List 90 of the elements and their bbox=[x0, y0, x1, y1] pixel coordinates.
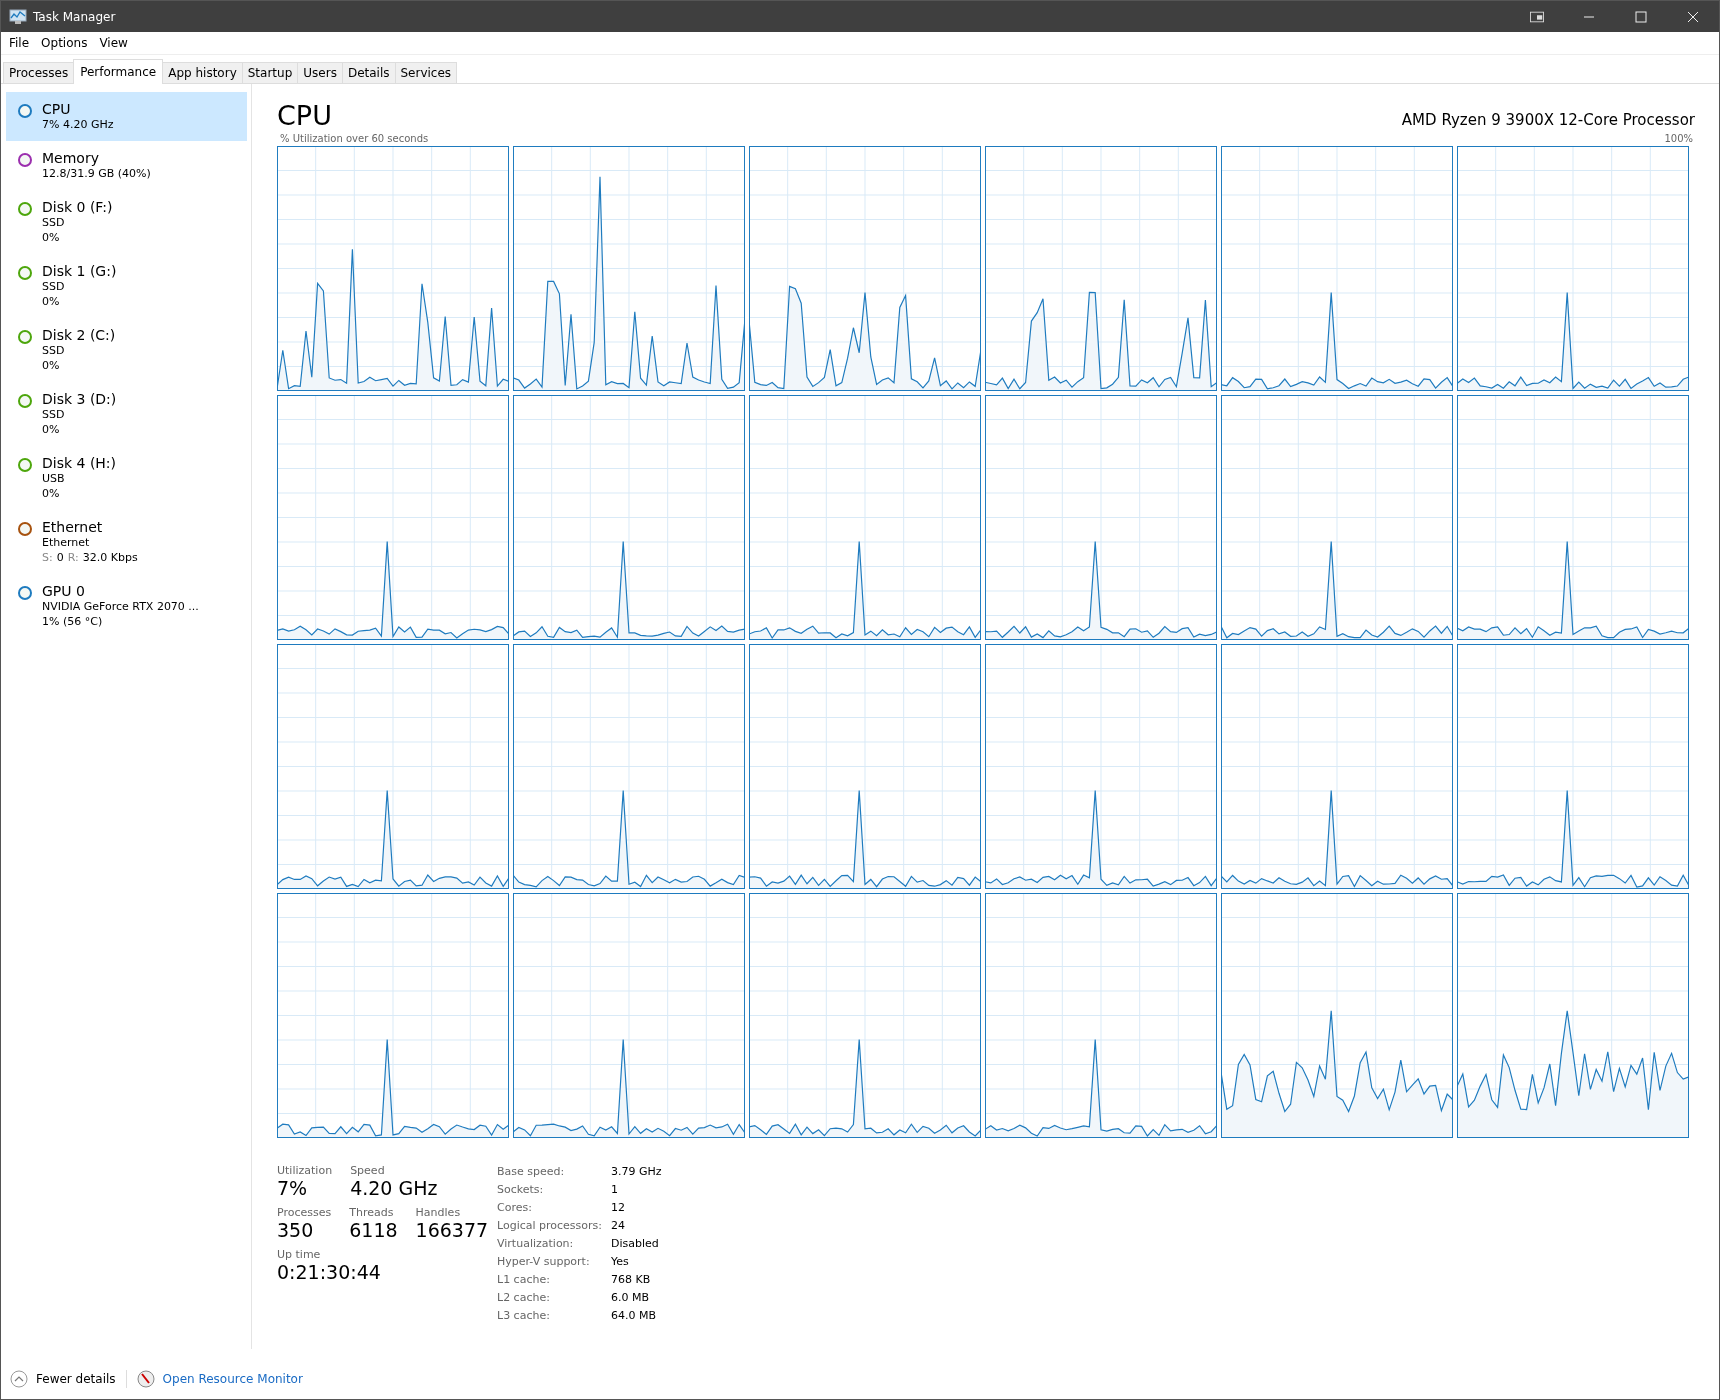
stat-label: Handles bbox=[415, 1206, 462, 1219]
close-icon[interactable] bbox=[1686, 10, 1700, 23]
sidebar-item[interactable]: Disk 0 (F:) SSD 0% bbox=[6, 190, 247, 254]
device-detail: USB bbox=[42, 471, 66, 486]
page-title: CPU bbox=[277, 100, 332, 131]
sidebar-item[interactable]: Disk 1 (G:) SSD 0% bbox=[6, 254, 247, 318]
device-name: Disk 3 (D:) bbox=[42, 391, 117, 407]
device-name: Memory bbox=[42, 150, 100, 166]
stat-label: Speed bbox=[350, 1164, 386, 1177]
device-detail: SSD bbox=[42, 279, 66, 294]
detail-label: L2 cache: bbox=[497, 1290, 551, 1306]
detail-label: Sockets: bbox=[497, 1182, 545, 1198]
stat-value: 7% bbox=[277, 1177, 309, 1199]
stat-value: 0:21:30:44 bbox=[277, 1261, 381, 1283]
detail-label: L3 cache: bbox=[497, 1308, 551, 1324]
device-name: Disk 4 (H:) bbox=[42, 455, 117, 471]
sidebar-item[interactable]: Disk 4 (H:) USB 0% bbox=[6, 446, 247, 510]
stat-label: Utilization bbox=[277, 1164, 333, 1177]
detail-label: L1 cache: bbox=[497, 1272, 551, 1288]
resource-monitor-link[interactable]: Open Resource Monitor bbox=[162, 1372, 303, 1386]
sidebar-item[interactable]: GPU 0 NVIDIA GeForce RTX 2070 ... 1% (56 °C) bbox=[6, 574, 247, 638]
detail-label: Base speed: bbox=[497, 1164, 566, 1180]
graph-caption: % Utilization over 60 seconds bbox=[280, 133, 429, 144]
device-name: GPU 0 bbox=[42, 583, 86, 599]
tab[interactable]: Processes bbox=[3, 62, 75, 83]
stat-label: Threads bbox=[349, 1206, 395, 1219]
menu-item[interactable]: View bbox=[95, 35, 132, 51]
device-name: Disk 0 (F:) bbox=[42, 199, 113, 215]
sidebar-item[interactable]: Memory 12.8/31.9 GB (40%) bbox=[6, 141, 247, 190]
detail-value: 1 bbox=[611, 1182, 619, 1198]
stat-value: 4.20 GHz bbox=[350, 1177, 438, 1199]
maximize-icon[interactable] bbox=[1634, 10, 1648, 23]
device-detail: 1% (56 °C) bbox=[42, 614, 104, 629]
device-detail: 0% bbox=[42, 486, 61, 501]
device-detail: 0% bbox=[42, 230, 61, 245]
stat-value: 166377 bbox=[415, 1219, 489, 1241]
detail-label: Hyper-V support: bbox=[497, 1254, 591, 1270]
stat-value: 350 bbox=[277, 1219, 315, 1241]
detail-label: Virtualization: bbox=[497, 1236, 575, 1252]
graph-max-label: 100% bbox=[1664, 133, 1693, 144]
device-name: Disk 2 (C:) bbox=[42, 327, 116, 343]
menu-item[interactable]: Options bbox=[37, 35, 92, 51]
device-detail: 12.8/31.9 GB (40%) bbox=[42, 166, 151, 181]
detail-value: 6.0 MB bbox=[611, 1290, 651, 1306]
processor-name: AMD Ryzen 9 3900X 12-Core Processor bbox=[1401, 111, 1695, 129]
device-name: Disk 1 (G:) bbox=[42, 263, 117, 279]
throughput-label: S: bbox=[42, 550, 53, 565]
sidebar-item[interactable]: Ethernet Ethernet S: 0 R: 32.0 Kbps bbox=[6, 510, 247, 574]
sidebar-item[interactable]: Disk 2 (C:) SSD 0% bbox=[6, 318, 247, 382]
device-detail: 0% bbox=[42, 358, 61, 373]
detail-value: Disabled bbox=[611, 1236, 660, 1252]
device-detail: NVIDIA GeForce RTX 2070 ... bbox=[42, 599, 199, 614]
detail-value: 24 bbox=[611, 1218, 626, 1234]
device-name: CPU bbox=[42, 101, 72, 117]
sidebar-item[interactable]: CPU 7% 4.20 GHz bbox=[6, 92, 247, 141]
app-icon bbox=[9, 8, 27, 25]
stat-label: Processes bbox=[277, 1206, 332, 1219]
device-detail: Ethernet bbox=[42, 535, 91, 550]
tab[interactable]: Services bbox=[394, 62, 458, 83]
device-detail: SSD bbox=[42, 407, 66, 422]
menu-item[interactable]: File bbox=[5, 35, 34, 51]
fewer-details-link[interactable]: Fewer details bbox=[36, 1372, 116, 1386]
stat-value: 6118 bbox=[349, 1219, 398, 1241]
device-detail: SSD bbox=[42, 343, 66, 358]
device-detail: 7% 4.20 GHz bbox=[42, 117, 114, 132]
detail-value: 12 bbox=[611, 1200, 626, 1216]
tab[interactable]: Details bbox=[341, 62, 396, 83]
chevron-up-icon[interactable] bbox=[10, 1370, 28, 1388]
detail-value: Yes bbox=[611, 1254, 630, 1270]
sidebar-item[interactable]: Disk 3 (D:) SSD 0% bbox=[6, 382, 247, 446]
detail-value: 3.79 GHz bbox=[611, 1164, 662, 1180]
throughput-label: R: bbox=[67, 550, 79, 565]
compact-view-icon[interactable] bbox=[1530, 10, 1544, 23]
stat-label: Up time bbox=[277, 1248, 322, 1261]
device-detail: 0% bbox=[42, 294, 61, 309]
device-detail: SSD bbox=[42, 215, 66, 230]
device-name: Ethernet bbox=[42, 519, 104, 535]
throughput-value: 0 bbox=[56, 550, 64, 565]
tab[interactable]: Performance bbox=[73, 59, 164, 84]
detail-value: 768 KB bbox=[611, 1272, 652, 1288]
detail-label: Logical processors: bbox=[497, 1218, 603, 1234]
detail-value: 64.0 MB bbox=[611, 1308, 658, 1324]
tab[interactable]: App history bbox=[162, 62, 243, 83]
window-title: Task Manager bbox=[33, 9, 116, 24]
tab[interactable]: Users bbox=[297, 62, 343, 83]
tab[interactable]: Startup bbox=[241, 62, 299, 83]
detail-label: Cores: bbox=[497, 1200, 533, 1216]
throughput-value: 32.0 Kbps bbox=[82, 550, 138, 565]
device-detail: 0% bbox=[42, 422, 61, 437]
resource-monitor-icon[interactable] bbox=[136, 1370, 155, 1388]
